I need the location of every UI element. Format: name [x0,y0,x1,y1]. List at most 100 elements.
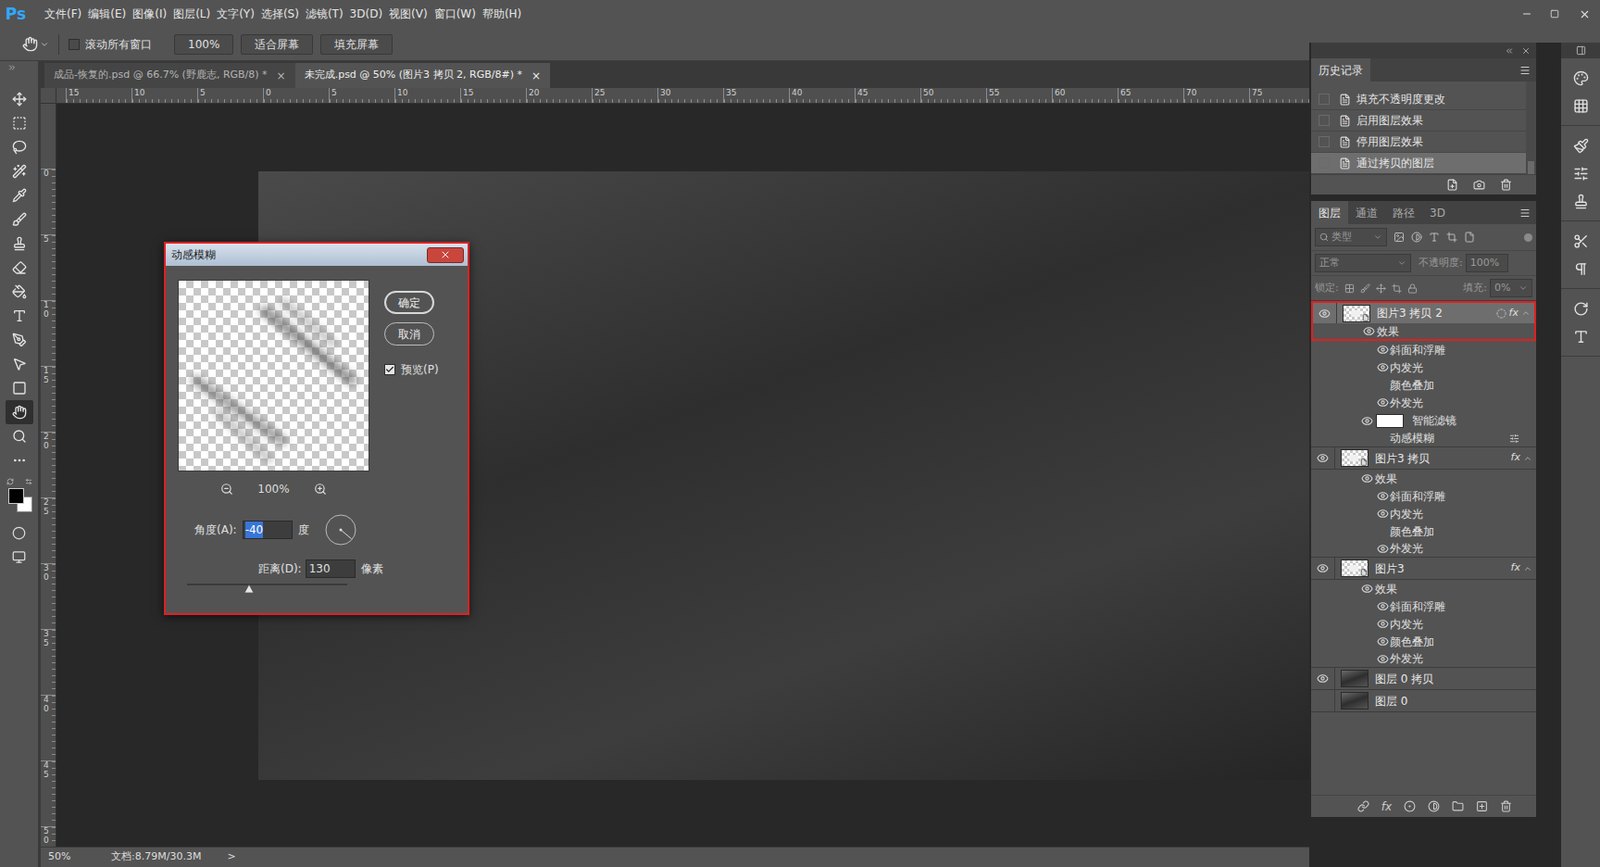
effects-row[interactable]: 效果 [1311,323,1537,341]
tool-button[interactable] [5,279,34,304]
tool-button[interactable] [5,424,34,449]
visibility-toggle[interactable] [1375,600,1389,613]
panel-tab[interactable]: 历史记录 [1311,58,1371,82]
lock-artboard-icon[interactable] [1391,283,1402,294]
clone-source-icon[interactable] [1573,193,1589,210]
adjustments-panel-icon[interactable] [1573,165,1589,182]
visibility-toggle[interactable] [1375,541,1389,555]
history-source-box[interactable] [1318,114,1330,126]
opacity-field[interactable]: 100% [1465,253,1509,273]
history-source-box[interactable] [1318,136,1330,148]
adjustment-layer-icon[interactable] [1427,800,1440,813]
menu-item[interactable]: 窗口(W) [434,5,476,23]
tool-button[interactable] [5,231,34,256]
menu-item[interactable]: 图层(L) [173,5,211,23]
effects-row[interactable]: 效果 [1311,579,1537,598]
swap-colors-icon[interactable] [25,477,33,486]
pixel-filter-icon[interactable] [1393,231,1405,243]
visibility-toggle[interactable] [1316,672,1330,686]
history-source-box[interactable] [1318,93,1330,105]
swatches-panel-icon[interactable] [1573,98,1589,114]
tool-button[interactable] [5,159,34,184]
menu-item[interactable]: 文字(Y) [216,5,255,23]
tool-button[interactable] [5,448,34,473]
document-tab[interactable]: 成品-恢复的.psd @ 66.7% (野鹿志, RGB/8) *× [44,62,296,88]
tool-presets-icon[interactable] [1573,233,1589,250]
panel-menu-icon[interactable] [1519,64,1531,76]
effect-row[interactable]: 颜色叠加 [1311,632,1537,650]
document-tab[interactable]: 未完成.psd @ 50% (图片3 拷贝 2, RGB/8#) *× [295,62,550,88]
tool-button[interactable] [5,135,34,160]
visibility-toggle[interactable] [1360,582,1374,596]
menu-item[interactable]: 选择(S) [261,5,300,23]
filter-options-icon[interactable] [1509,433,1520,444]
panel-tab[interactable]: 图层 [1311,200,1349,225]
collapse-panels-icon[interactable] [1504,46,1514,56]
visibility-toggle[interactable] [1362,325,1375,338]
lock-all-icon[interactable] [1407,283,1418,294]
visibility-toggle[interactable] [1316,451,1330,465]
paragraph-panel-icon[interactable] [1573,261,1589,277]
visibility-toggle[interactable] [1318,306,1332,320]
history-item[interactable]: 启用图层效果 [1311,110,1526,132]
scroll-all-checkbox[interactable]: 滚动所有窗口 [68,36,152,53]
timeline-icon[interactable] [1573,300,1589,317]
status-zoom[interactable]: 50% [40,849,112,865]
visibility-toggle[interactable] [1375,361,1389,375]
tool-button[interactable] [5,183,34,208]
history-item[interactable]: 填充不透明度更改 [1311,88,1526,111]
dialog-close-button[interactable] [426,247,464,263]
visibility-toggle[interactable] [1375,635,1389,649]
visibility-toggle[interactable] [1375,489,1389,503]
filter-toggle[interactable] [1524,233,1533,242]
type-filter-icon[interactable] [1428,231,1440,243]
menu-item[interactable]: 文件(F) [44,5,82,23]
trash-icon[interactable] [1500,178,1513,191]
foreground-color[interactable] [8,487,25,504]
dialog-title-bar[interactable]: 动感模糊 [165,243,468,266]
effect-row[interactable]: 内发光 [1311,614,1537,633]
snapshot-icon[interactable] [1473,178,1486,191]
layer-row[interactable]: 图片3fx [1311,557,1537,580]
reset-colors-icon[interactable] [6,477,14,486]
distance-slider[interactable] [187,581,348,593]
menu-item[interactable]: 编辑(E) [87,5,126,23]
history-item[interactable]: 通过拷贝的图层 [1311,152,1526,175]
tool-button[interactable] [5,375,34,400]
menu-item[interactable]: 帮助(H) [482,5,522,23]
visibility-toggle[interactable] [1316,694,1330,708]
canvas[interactable]: 动感模糊100%确定取消预览(P)角度(A):-40度距离(D):130像素 [56,103,1310,847]
minimize-button[interactable] [1512,0,1541,28]
tool-button[interactable] [5,351,34,376]
panel-tab[interactable]: 通道 [1348,200,1386,225]
menu-item[interactable]: 3D(D) [350,5,383,23]
effect-row[interactable]: 颜色叠加 [1311,522,1537,540]
layer-row[interactable]: 图层 0 [1311,689,1537,713]
effects-row[interactable]: 效果 [1311,469,1537,488]
lock-pixels-icon[interactable] [1360,283,1371,294]
new-document-icon[interactable] [1446,178,1459,191]
collapse-icon[interactable] [1521,308,1531,318]
visibility-toggle[interactable] [1360,413,1374,427]
tool-button[interactable] [5,111,34,136]
slider-thumb-icon[interactable] [244,584,254,593]
effect-row[interactable]: 颜色叠加 [1311,375,1537,394]
restore-button[interactable] [1540,0,1569,28]
new-group-icon[interactable] [1451,800,1464,813]
quick-mask-icon[interactable] [12,525,26,540]
zoom-out-icon[interactable] [220,482,234,496]
smart-filters-row[interactable]: 智能滤镜 [1311,411,1537,430]
dialog-button[interactable]: 取消 [384,322,435,346]
adjustment-filter-icon[interactable] [1411,231,1423,243]
fill-field[interactable]: 0% [1489,278,1533,298]
effect-row[interactable]: 斜面和浮雕 [1311,340,1537,359]
visibility-toggle[interactable] [1375,617,1389,631]
distance-input[interactable]: 130 [305,559,356,578]
collapse-icon[interactable] [1523,563,1533,574]
history-item[interactable]: 停用图层效果 [1311,131,1526,153]
link-layers-icon[interactable] [1357,800,1370,813]
screen-mode-icon[interactable] [12,550,26,564]
visibility-toggle[interactable] [1316,562,1330,575]
menu-item[interactable]: 图像(I) [132,5,167,23]
blur-preview[interactable] [177,279,370,472]
